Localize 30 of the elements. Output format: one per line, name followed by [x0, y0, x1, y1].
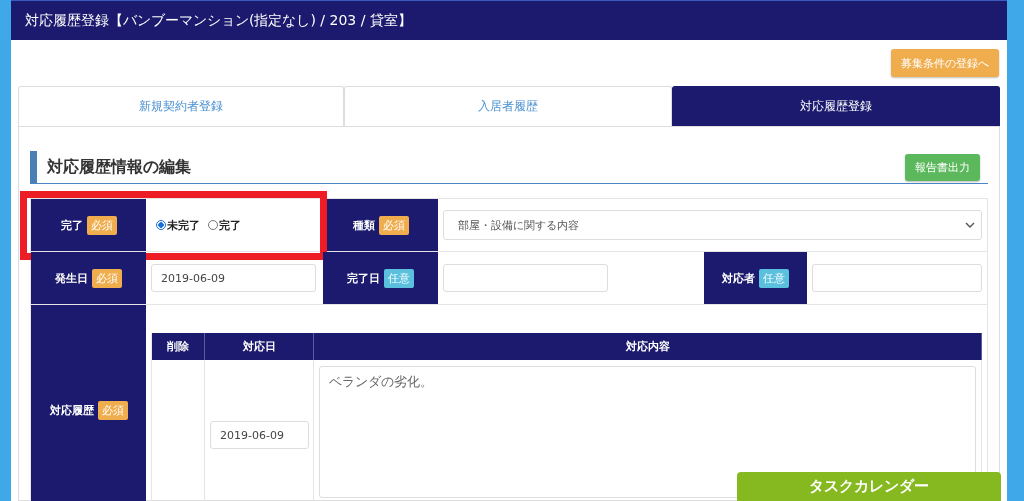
tab[interactable]: 対応履歴登録	[672, 86, 1000, 126]
column-header: 対応日	[205, 333, 314, 360]
input-field[interactable]	[443, 264, 608, 292]
required-badge: 必須	[378, 215, 409, 235]
section-title: 対応履歴情報の編集	[47, 156, 191, 178]
input-field[interactable]	[812, 264, 982, 292]
optional-badge: 任意	[384, 268, 414, 288]
tab[interactable]: 入居者履歴	[344, 86, 672, 126]
field-label: 完了日	[347, 270, 380, 286]
date-input[interactable]: 2019-06-09	[210, 421, 309, 449]
radio-icon[interactable]	[156, 220, 166, 230]
section-accent-bar	[30, 151, 37, 183]
field-label: 発生日	[55, 270, 88, 286]
chevron-down-icon	[965, 222, 975, 228]
required-badge: 必須	[86, 215, 117, 235]
required-badge: 必須	[97, 400, 128, 420]
category-select[interactable]: 部屋・設備に関する内容	[443, 210, 982, 240]
field-label: 対応者	[722, 270, 755, 286]
radio-option[interactable]: 完了	[208, 217, 241, 233]
field-label: 種類	[352, 217, 375, 233]
date-input[interactable]: 2019-06-09	[151, 264, 316, 292]
column-header: 削除	[152, 333, 205, 360]
radio-option[interactable]: 未完了	[156, 217, 200, 233]
optional-badge: 任意	[759, 268, 789, 288]
required-badge: 必須	[92, 268, 122, 288]
field-label: 完了	[60, 217, 83, 233]
field-label: 対応履歴	[49, 402, 94, 418]
tab[interactable]: 新規契約者登録	[18, 86, 344, 126]
page-title: 対応履歴登録【バンブーマンション(指定なし) / 203 / 貸室】	[25, 11, 412, 30]
column-header: 対応内容	[314, 333, 982, 360]
